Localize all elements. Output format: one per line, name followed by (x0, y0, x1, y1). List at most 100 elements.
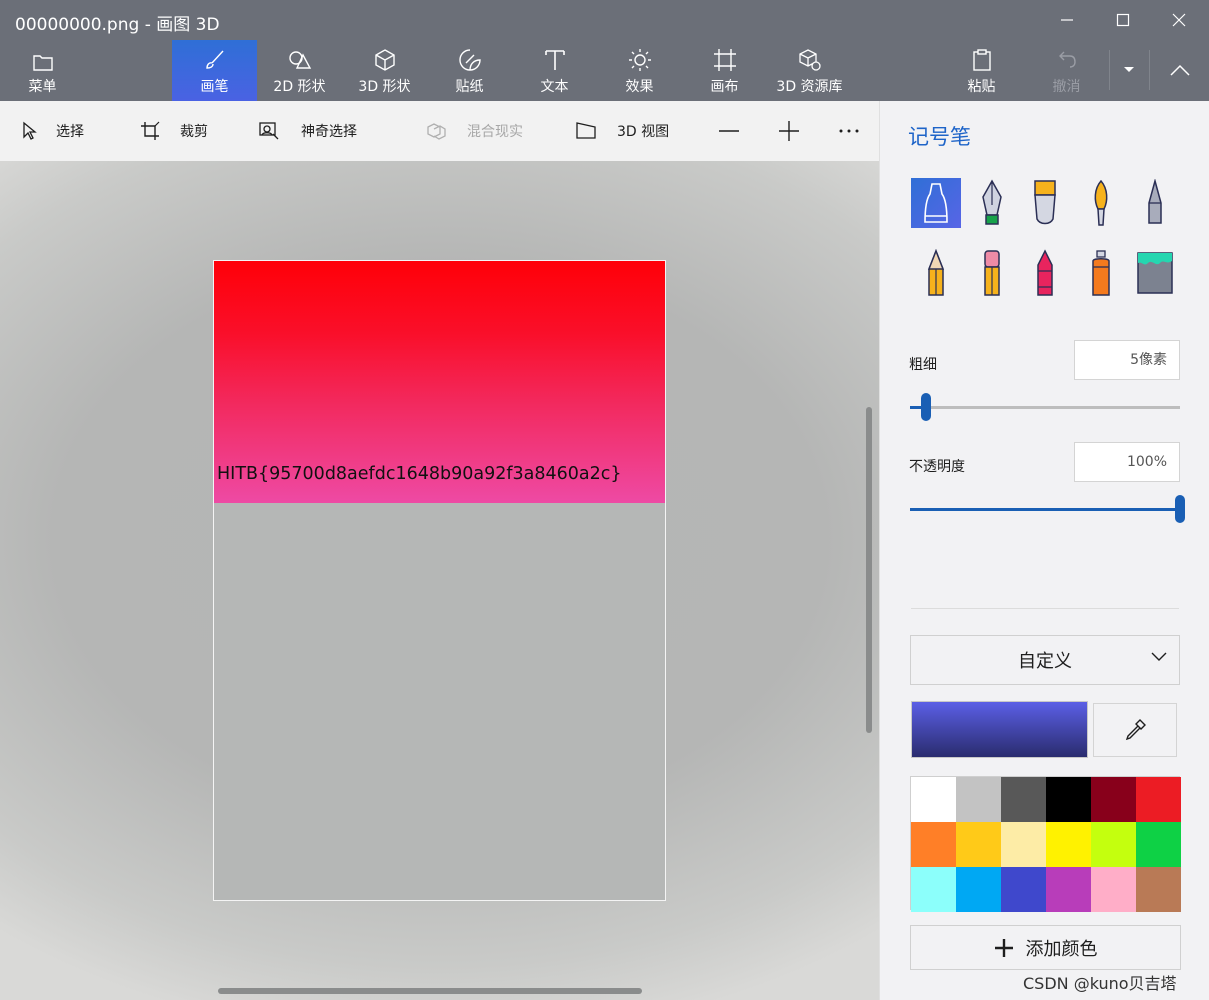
palette-color-13[interactable] (911, 867, 956, 912)
watercolor-brush[interactable] (1076, 178, 1126, 228)
palette-color-9[interactable] (1001, 822, 1046, 867)
current-color-swatch[interactable] (911, 701, 1088, 758)
folder-icon (32, 55, 53, 71)
crop-icon (141, 121, 160, 140)
calligraphy-pen-icon (982, 179, 1002, 225)
tab-stickers[interactable]: 贴纸 (427, 40, 512, 101)
chevron-up-icon (1169, 64, 1190, 76)
sun-icon (628, 49, 651, 71)
palette-color-1[interactable] (911, 777, 956, 822)
menu-label: 菜单 (28, 79, 57, 95)
palette-color-12[interactable] (1136, 822, 1181, 867)
add-color-label: 添加颜色 (1025, 938, 1098, 960)
mixed-reality-icon (427, 123, 446, 140)
undo-button[interactable]: 撤消 (1024, 40, 1109, 101)
palette-color-3[interactable] (1001, 777, 1046, 822)
palette-color-10[interactable] (1046, 822, 1091, 867)
plus-icon (994, 938, 1013, 957)
tab-3d-library-label: 3D 资源库 (776, 79, 843, 95)
eyedropper-button[interactable] (1093, 703, 1177, 757)
paste-label: 粘贴 (967, 79, 996, 95)
canvas-area[interactable]: HITB{95700d8aefdc1648b90a92f3a8460a2c} (0, 161, 879, 1000)
more-options-button[interactable] (838, 101, 860, 161)
marker-brush[interactable] (911, 178, 961, 228)
maximize-button[interactable] (1095, 0, 1151, 40)
thickness-slider[interactable] (910, 393, 1180, 421)
vertical-scrollbar[interactable] (866, 407, 872, 733)
add-color-button[interactable]: 添加颜色 (910, 925, 1181, 970)
magic-select-label: 神奇选择 (301, 124, 357, 140)
palette-color-6[interactable] (1136, 777, 1181, 822)
tab-effects[interactable]: 效果 (597, 40, 682, 101)
magic-select-button[interactable]: 神奇选择 (258, 101, 357, 161)
eraser-icon (984, 250, 1000, 296)
panel-divider (911, 608, 1179, 609)
oil-brush-icon (1034, 180, 1056, 225)
spray-can-brush[interactable] (1076, 248, 1126, 298)
menu-button[interactable]: 菜单 (0, 40, 85, 101)
select-cursor-icon (23, 121, 37, 140)
panel-title: 记号笔 (908, 125, 971, 149)
palette-color-17[interactable] (1091, 867, 1136, 912)
library-3d-icon (798, 49, 821, 71)
watermark-text: CSDN @kuno贝吉塔 (1023, 974, 1177, 993)
eraser-brush[interactable] (967, 248, 1017, 298)
tab-stickers-label: 贴纸 (455, 79, 484, 95)
color-mode-dropdown[interactable]: 自定义 (910, 635, 1180, 685)
cube-icon (374, 49, 395, 71)
tab-2d-shapes[interactable]: 2D 形状 (257, 40, 342, 101)
horizontal-scrollbar[interactable] (218, 988, 642, 994)
crayon-brush[interactable] (1020, 248, 1070, 298)
thickness-input[interactable]: 5像素 (1074, 340, 1180, 380)
undo-label: 撤消 (1052, 79, 1081, 95)
palette-color-5[interactable] (1091, 777, 1136, 822)
select-button[interactable]: 选择 (20, 101, 84, 161)
palette-color-8[interactable] (956, 822, 1001, 867)
close-icon (1172, 13, 1186, 27)
tab-text[interactable]: 文本 (512, 40, 597, 101)
pencil-brush[interactable] (911, 248, 961, 298)
zoom-in-button[interactable] (778, 101, 800, 161)
palette-color-4[interactable] (1046, 777, 1091, 822)
spray-can-icon (1092, 250, 1110, 296)
3d-view-button[interactable]: 3D 视图 (575, 101, 669, 161)
brush-icon (205, 50, 224, 69)
oil-brush[interactable] (1020, 178, 1070, 228)
close-button[interactable] (1151, 0, 1207, 40)
palette-color-7[interactable] (911, 822, 956, 867)
palette-color-15[interactable] (1001, 867, 1046, 912)
opacity-label: 不透明度 (909, 459, 965, 475)
palette-color-14[interactable] (956, 867, 1001, 912)
collapse-ribbon-button[interactable] (1152, 50, 1207, 90)
calligraphy-pen-brush[interactable] (967, 178, 1017, 228)
tab-3d-shapes[interactable]: 3D 形状 (342, 40, 427, 101)
palette-color-11[interactable] (1091, 822, 1136, 867)
tab-3d-library[interactable]: 3D 资源库 (767, 40, 852, 101)
opacity-input[interactable]: 100% (1074, 442, 1180, 482)
paste-button[interactable]: 粘贴 (939, 40, 1024, 101)
pixel-pen-brush[interactable] (1130, 178, 1180, 228)
title-bar: 00000000.png - 画图 3D (0, 0, 1209, 40)
tab-brushes[interactable]: 画笔 (172, 40, 257, 101)
palette-color-16[interactable] (1046, 867, 1091, 912)
color-palette (910, 776, 1181, 912)
history-dropdown-button[interactable] (1110, 50, 1148, 90)
minimize-button[interactable] (1039, 0, 1095, 40)
crop-button[interactable]: 裁剪 (140, 101, 208, 161)
shapes-2d-icon (288, 51, 311, 69)
tab-canvas[interactable]: 画布 (682, 40, 767, 101)
palette-color-2[interactable] (956, 777, 1001, 822)
opacity-slider[interactable] (910, 495, 1185, 523)
palette-color-18[interactable] (1136, 867, 1181, 912)
document-canvas[interactable]: HITB{95700d8aefdc1648b90a92f3a8460a2c} (213, 260, 666, 901)
thickness-slider-thumb[interactable] (921, 393, 931, 421)
marker-icon (924, 183, 948, 223)
tab-effects-label: 效果 (625, 79, 654, 95)
ribbon: 菜单 画笔 2D 形状 3D 形状 贴纸 文本 效果 画布 3D 资源库 粘贴 … (0, 40, 1209, 101)
fill-bucket-brush[interactable] (1130, 248, 1180, 298)
zoom-out-button[interactable] (718, 101, 740, 161)
opacity-slider-thumb[interactable] (1175, 495, 1185, 523)
plus-icon (779, 121, 799, 141)
mixed-reality-button[interactable]: 混合现实 (425, 101, 523, 161)
paste-icon (972, 49, 991, 71)
